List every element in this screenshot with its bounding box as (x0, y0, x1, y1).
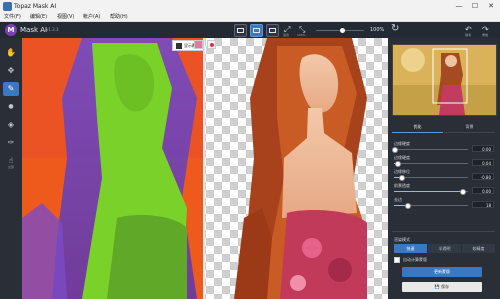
menu-file[interactable]: 文件(F) (4, 13, 21, 22)
view-original-button[interactable] (234, 24, 247, 37)
divider (392, 231, 495, 232)
cutout-preview-view (205, 38, 388, 299)
slider-knob[interactable] (395, 161, 401, 167)
slider-track[interactable] (394, 203, 468, 209)
split-preview-svg (22, 38, 388, 299)
slider-row-4: 前景透度 0.00 (394, 183, 494, 195)
redo-label: 重做 (482, 33, 489, 37)
window-title: Topaz Mask AI (14, 3, 57, 10)
undo-label: 撤消 (465, 33, 472, 37)
mode-translucent-button[interactable]: 半透明 (428, 244, 461, 253)
fit-label: 适合 (283, 33, 290, 37)
app-name: Mask AI (20, 26, 48, 34)
dot-icon: ● (8, 103, 14, 110)
color-picker-button[interactable]: ✑ (3, 136, 19, 150)
split-divider[interactable] (203, 38, 205, 299)
panel-tabs: 优化 背景 (392, 122, 495, 133)
thumbnail-svg (393, 45, 496, 115)
pan-tool-button[interactable]: ✥ (3, 64, 19, 78)
hand-icon: ✋ (6, 48, 16, 57)
bucket-icon: ◈ (7, 120, 15, 129)
slider-knob[interactable] (405, 203, 411, 209)
slider-row-3: 边缘移位 -0.80 (394, 169, 494, 181)
render-mode-label: 渲染模式 (394, 237, 410, 242)
slider-track[interactable] (394, 189, 468, 195)
slider-track[interactable] (392, 147, 468, 153)
tool-rail: ✋ ✥ ✎ ● ◈ ✑ ☝ 全部 (0, 38, 22, 299)
slider-row-2: 边缘硬度 0.04 (394, 155, 494, 167)
right-panel: 优化 背景 边缘硬度 0.00 边缘硬度 0.04 边缘移位 -0.80 前景透… (388, 38, 500, 299)
checkbox-icon (176, 43, 182, 49)
move-tool-button[interactable]: ✋ (3, 46, 19, 60)
auto-compute-label: 自动计算蒙版 (403, 257, 427, 262)
slider-row-1: 边缘硬度 0.00 (392, 141, 494, 153)
maximize-button[interactable]: ☐ (467, 0, 483, 13)
zoom-value: 100% (370, 27, 385, 33)
mode-fast-button[interactable]: 快速 (394, 244, 427, 253)
save-label: 保存 (441, 284, 450, 289)
slider-knob[interactable] (399, 175, 405, 181)
slider-knob[interactable] (460, 189, 466, 195)
tab-refine[interactable]: 优化 (392, 122, 443, 133)
menu-help[interactable]: 帮助(H) (110, 13, 128, 22)
zoom-slider[interactable] (316, 28, 364, 33)
zoom-slider-knob[interactable] (340, 28, 345, 33)
app-logo-icon (3, 2, 12, 11)
view-split-button[interactable] (250, 24, 263, 37)
menu-view[interactable]: 视图(V) (57, 13, 74, 22)
navigator-thumbnail[interactable] (392, 44, 497, 116)
slider-value[interactable]: 0.00 (472, 145, 494, 152)
background-swatch[interactable] (207, 40, 216, 49)
toolbar: M Mask AI v1.3.3 ⤢ 适合 ⤡ 100% 100% ↻ ↶ 撤消… (0, 22, 500, 38)
slider-track[interactable] (394, 175, 468, 181)
split-view-icon (253, 28, 260, 33)
image-canvas[interactable]: 显示覆盖 (22, 38, 388, 299)
menu-account[interactable]: 帐户(A) (83, 13, 100, 22)
brush-icon: ✎ (7, 84, 15, 93)
auto-compute-checkbox[interactable]: 自动计算蒙版 (394, 257, 427, 263)
red-dot-icon (210, 43, 214, 47)
title-bar: Topaz Mask AI — ☐ ✕ (0, 0, 500, 13)
slider-value[interactable]: -0.80 (472, 173, 494, 180)
slider-label: 前景透度 (394, 183, 410, 188)
mask-view-icon (269, 28, 276, 33)
eyedropper-icon: ✑ (7, 138, 15, 147)
view-mask-button[interactable] (266, 24, 279, 37)
close-button[interactable]: ✕ (483, 0, 499, 13)
all-tool-label: 全部 (7, 165, 14, 169)
overlay-color-swatch[interactable] (194, 40, 203, 49)
mode-precise-button[interactable]: 较精度 (462, 244, 495, 253)
checkbox-icon (394, 257, 400, 263)
slider-value[interactable]: 18 (472, 201, 494, 208)
brush-size-button[interactable]: ● (3, 100, 19, 114)
menu-bar: 文件(F) 编辑(E) 视图(V) 帐户(A) 帮助(H) (0, 13, 500, 22)
mask-ai-logo-icon: M (5, 24, 17, 36)
fill-tool-button[interactable]: ◈ (3, 118, 19, 132)
slider-value[interactable]: 0.00 (472, 187, 494, 194)
slider-label: 去边 (394, 197, 402, 202)
refresh-icon[interactable]: ↻ (391, 23, 399, 34)
slider-label: 边缘硬度 (394, 141, 410, 146)
update-mask-button[interactable]: 更新蒙版 (402, 267, 482, 277)
menu-edit[interactable]: 编辑(E) (30, 13, 47, 22)
slider-row-5: 去边 18 (394, 197, 494, 209)
render-mode-group: 快速 半透明 较精度 (394, 244, 495, 253)
app-version: v1.3.3 (46, 27, 59, 32)
slider-track[interactable] (394, 161, 468, 167)
brush-tool-button[interactable]: ✎ (3, 82, 19, 96)
tab-background[interactable]: 背景 (444, 122, 495, 133)
zoom-100-label: 100% (297, 33, 306, 37)
save-button[interactable]: 💾 保存 (402, 282, 482, 292)
slider-knob[interactable] (392, 147, 398, 153)
slider-value[interactable]: 0.04 (472, 159, 494, 166)
minimize-button[interactable]: — (451, 0, 467, 13)
pan-icon: ✥ (7, 66, 15, 75)
hand-pointer-icon: ☝ (8, 156, 14, 165)
mask-overlay-view (22, 38, 203, 299)
single-view-icon (237, 28, 244, 33)
